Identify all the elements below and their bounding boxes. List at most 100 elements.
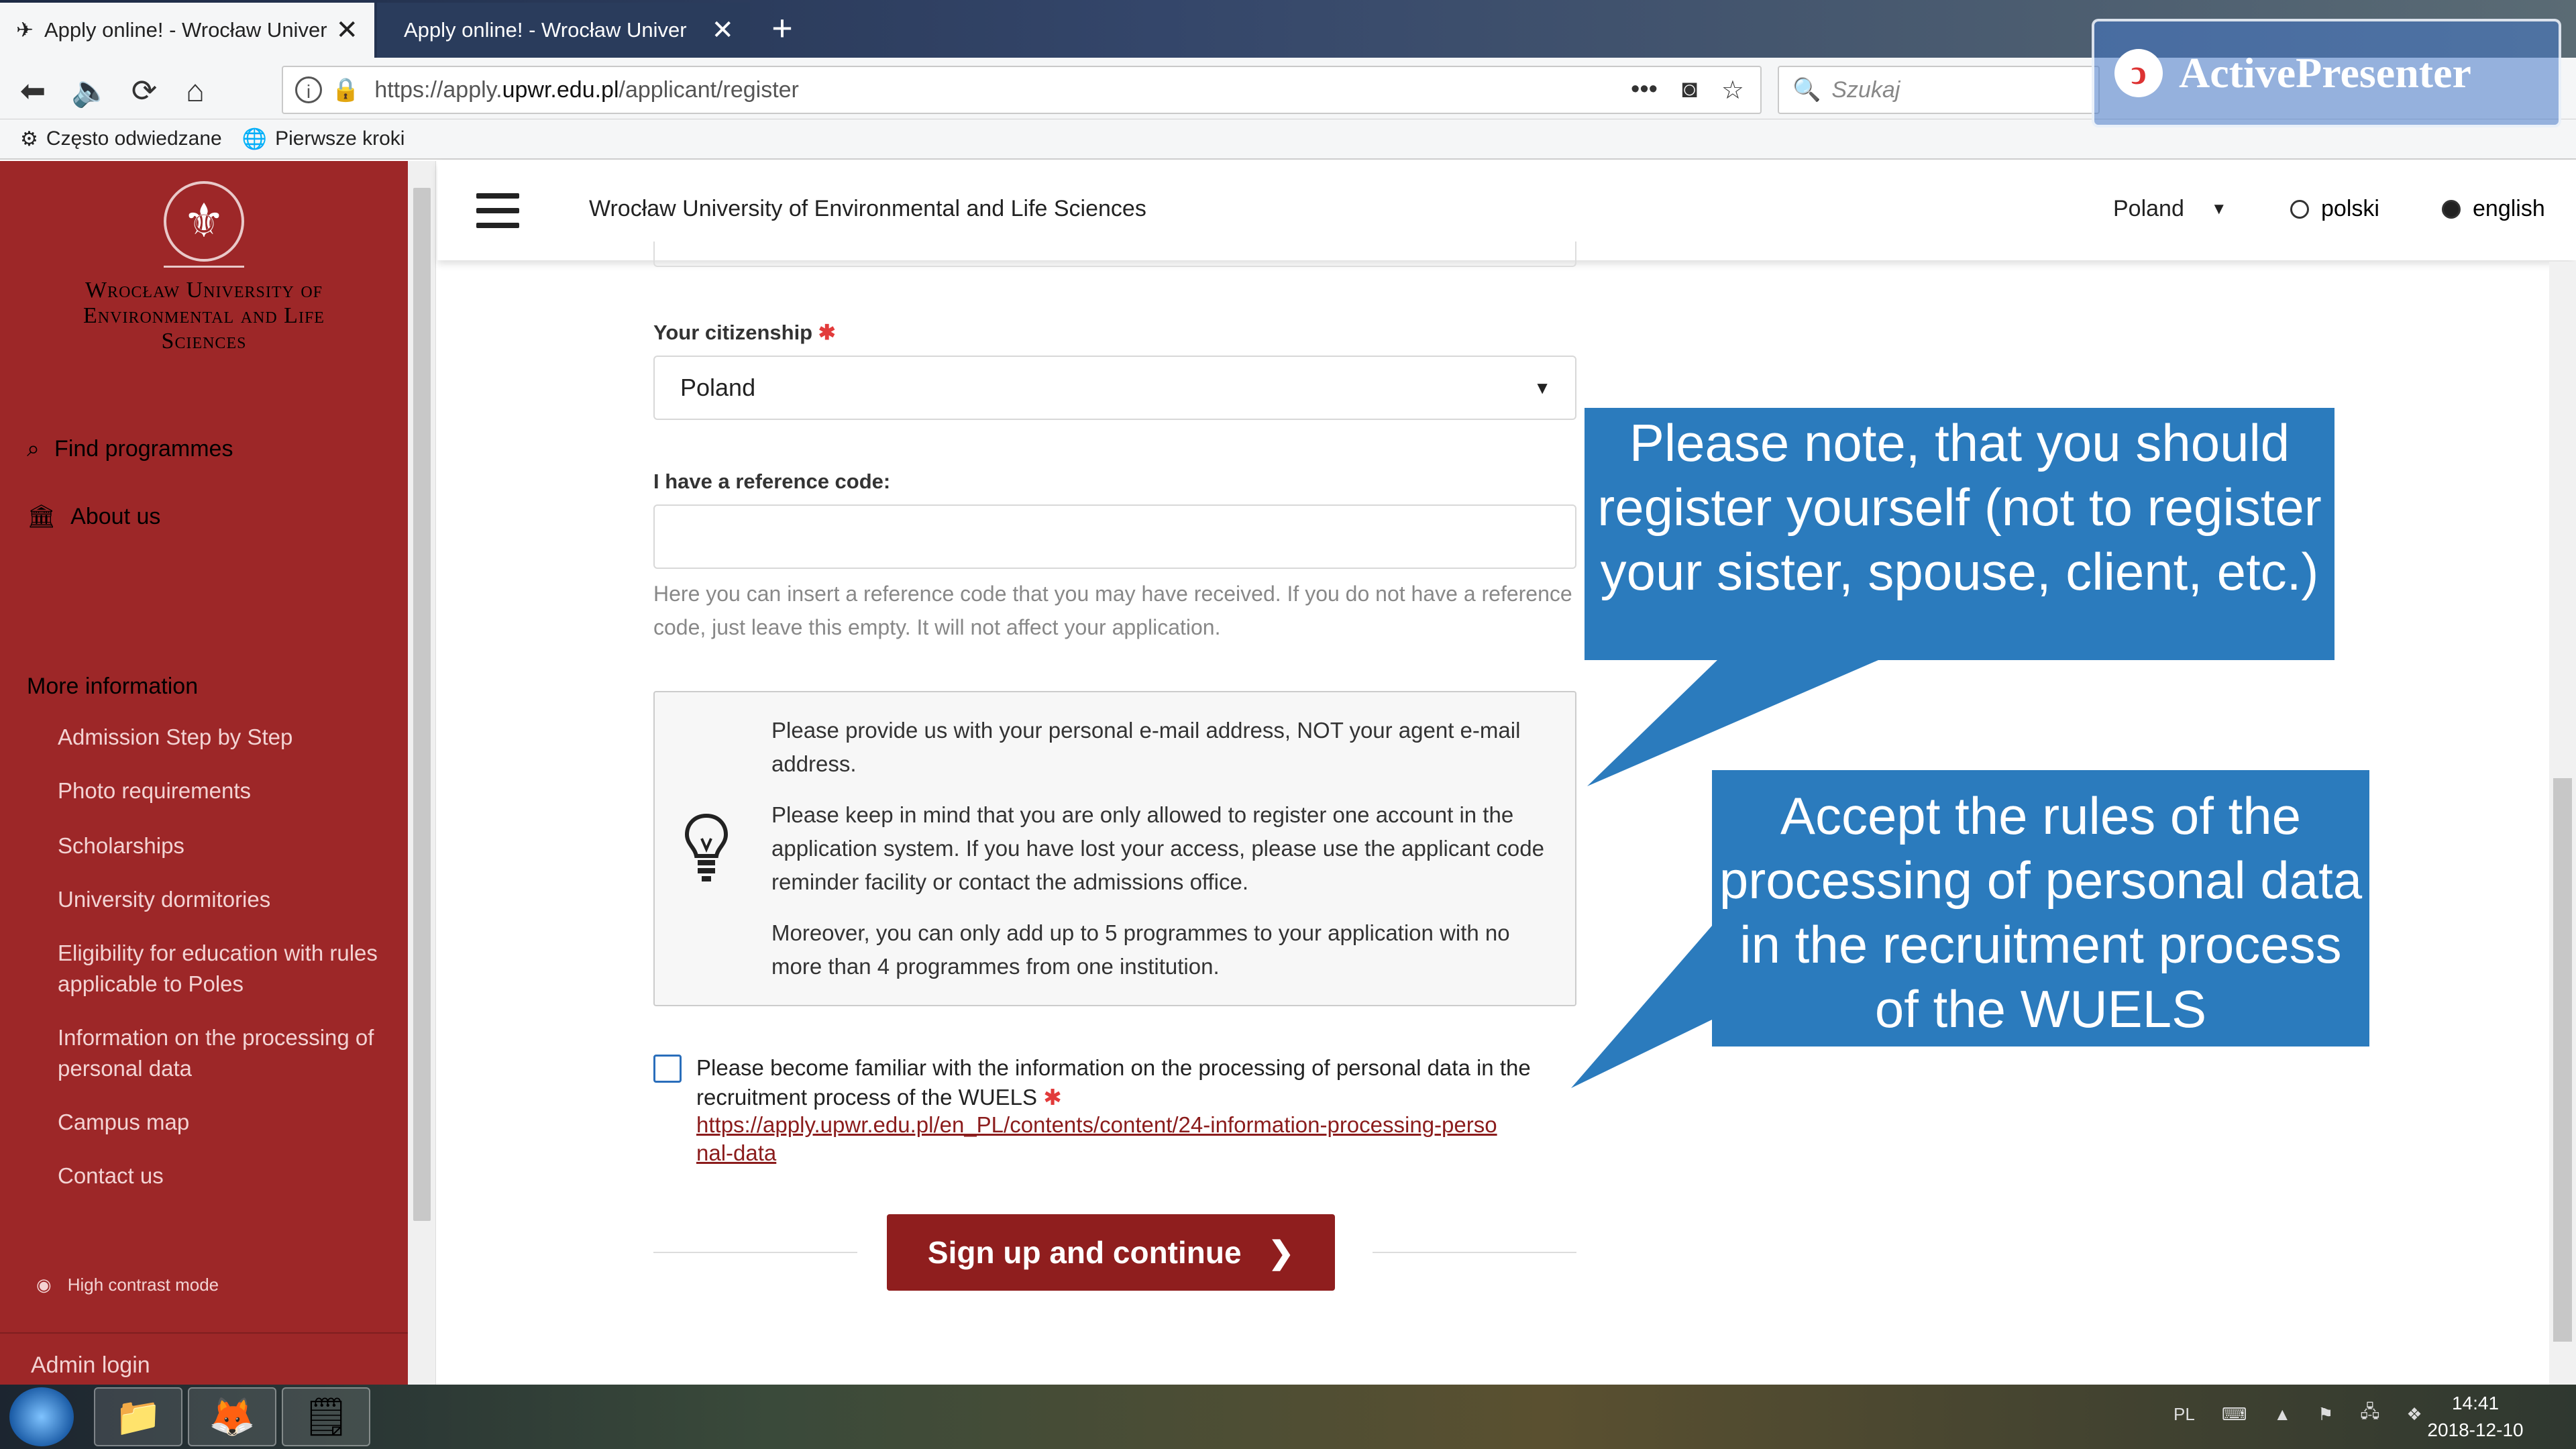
caret-down-icon: ▼ — [2210, 199, 2227, 218]
citizenship-select[interactable]: Poland ▼ — [653, 356, 1576, 420]
activepresenter-logo-icon: ↄ — [2114, 49, 2163, 97]
required-asterisk-icon: ✱ — [1043, 1085, 1062, 1110]
radio-selected[interactable] — [2442, 199, 2461, 219]
lightbulb-icon — [684, 813, 729, 881]
country-select[interactable]: Poland ▼ — [2113, 196, 2227, 222]
firefox-icon[interactable]: 🦊 — [188, 1387, 276, 1446]
required-asterisk-icon: ✱ — [818, 321, 836, 344]
speaker-icon: 🔈 — [71, 73, 110, 108]
browser-tab[interactable]: Apply online! - Wrocław Univer ✕ — [377, 3, 750, 58]
radio-unselected[interactable] — [2290, 199, 2309, 219]
home-button[interactable]: ⌂ — [172, 67, 219, 114]
university-logo-text[interactable]: Wrocław University of Environmental and … — [40, 278, 368, 354]
more-information-heading: More information — [27, 674, 199, 699]
send-icon: ✈ — [16, 18, 34, 42]
clock[interactable]: 14:41 2018-12-10 — [2415, 1390, 2536, 1444]
sidebar-link[interactable]: Eligibility for education with rules app… — [58, 938, 393, 1000]
info-paragraph: Moreover, you can only add up to 5 progr… — [771, 920, 1510, 979]
close-tab-icon[interactable]: ✕ — [335, 15, 358, 46]
reload-button[interactable]: ⟳ — [121, 67, 168, 114]
network-icon[interactable]: 🖧 — [2360, 1399, 2379, 1429]
clock-date: 2018-12-10 — [2427, 1419, 2524, 1440]
high-contrast-label: High contrast mode — [67, 1275, 219, 1295]
gear-icon: ⚙ — [20, 127, 38, 150]
sidebar-link[interactable]: Campus map — [58, 1107, 393, 1138]
info-paragraph: Please keep in mind that you are only al… — [771, 802, 1544, 894]
sidebar-item-label: About us — [70, 503, 161, 529]
file-explorer-icon[interactable]: 📁 — [94, 1387, 182, 1446]
consent-checkbox[interactable] — [653, 1055, 682, 1083]
info-icon[interactable]: i — [295, 76, 322, 103]
url-text: https://apply.upwr.edu.pl/applicant/regi… — [374, 76, 799, 103]
start-button[interactable] — [9, 1387, 74, 1446]
reference-code-input[interactable] — [653, 504, 1576, 569]
page-actions-icon[interactable]: ••• — [1631, 75, 1658, 105]
caret-down-icon: ▼ — [1534, 377, 1551, 398]
university-crest-icon: ⚜ — [164, 181, 244, 262]
sidebar-link[interactable]: Photo requirements — [58, 775, 393, 806]
menu-icon[interactable] — [476, 193, 519, 228]
citizenship-label: Your citizenship ✱ — [653, 321, 836, 344]
globe-icon: 🌐 — [241, 127, 268, 150]
sidebar-divider — [0, 1332, 408, 1334]
sign-up-label: Sign up and continue — [927, 1235, 1242, 1270]
sidebar-item-find-programmes[interactable]: ⌕ Find programmes — [27, 436, 233, 462]
divider-line — [653, 1252, 857, 1253]
activepresenter-watermark: ↄ ActivePresenter — [2092, 19, 2561, 127]
callout-tail — [1587, 660, 1878, 786]
lock-icon: 🔒 — [331, 77, 360, 103]
sidebar-link[interactable]: Contact us — [58, 1161, 393, 1191]
previous-field-edge — [653, 241, 1576, 267]
bookmark-star-icon[interactable]: ☆ — [1721, 75, 1744, 105]
sidebar-link[interactable]: University dormitories — [58, 884, 393, 915]
watermark-text: ActivePresenter — [2179, 49, 2471, 97]
sidebar-link[interactable]: Scholarships — [58, 830, 393, 861]
keyboard-icon[interactable]: ⌨ — [2222, 1404, 2247, 1425]
building-icon: 🏛 — [27, 504, 56, 529]
contrast-icon: ◉ — [36, 1275, 52, 1295]
language-indicator[interactable]: PL — [2174, 1404, 2195, 1425]
sidebar-scrollbar[interactable] — [408, 161, 436, 1385]
reference-code-label: I have a reference code: — [653, 470, 891, 493]
language-option-english[interactable]: english — [2442, 196, 2545, 222]
bookmark-item[interactable]: ⚙ Często odwiedzane — [20, 127, 222, 151]
chevron-right-icon: ❯ — [1268, 1235, 1295, 1270]
divider-line — [1373, 1252, 1576, 1253]
callout-register-yourself: Please note, that you should register yo… — [1585, 408, 2334, 660]
bookmark-label: Pierwsze kroki — [275, 127, 405, 150]
search-icon: ⌕ — [27, 436, 40, 462]
browser-tab-active[interactable]: ✈ Apply online! - Wrocław Univer ✕ — [0, 3, 374, 58]
new-tab-button[interactable]: + — [762, 8, 802, 48]
language-label: polski — [2321, 196, 2379, 221]
consent-text[interactable]: Please become familiar with the informat… — [696, 1053, 1582, 1112]
citizenship-value: Poland — [680, 374, 756, 401]
country-value: Poland — [2113, 196, 2184, 221]
pocket-icon[interactable]: ◙ — [1682, 75, 1697, 105]
callout-tail — [1571, 926, 1712, 1088]
crest-divider — [164, 266, 244, 268]
url-bar[interactable]: i 🔒 https://apply.upwr.edu.pl/applicant/… — [282, 66, 1762, 114]
header-title[interactable]: Wrocław University of Environmental and … — [589, 196, 1146, 222]
search-placeholder: Szukaj — [1831, 76, 1900, 103]
sticky-notes-icon[interactable]: 🗒 — [282, 1387, 370, 1446]
sidebar-link[interactable]: Information on the processing of persona… — [58, 1022, 393, 1084]
consent-link[interactable]: https://apply.upwr.edu.pl/en_PL/contents… — [696, 1111, 1501, 1167]
admin-login-link[interactable]: Admin login — [31, 1352, 150, 1379]
info-paragraph: Please provide us with your personal e-m… — [771, 718, 1521, 776]
sign-up-button[interactable]: Sign up and continue ❯ — [887, 1214, 1335, 1291]
language-option-polski[interactable]: polski — [2290, 196, 2379, 222]
close-tab-icon[interactable]: ✕ — [711, 15, 734, 46]
high-contrast-toggle[interactable]: ◉ High contrast mode — [36, 1275, 219, 1295]
sidebar-item-about-us[interactable]: 🏛 About us — [27, 503, 160, 530]
sidebar-link[interactable]: Admission Step by Step — [58, 722, 393, 753]
flag-icon[interactable]: ⚑ — [2318, 1404, 2333, 1425]
search-input[interactable]: 🔍 Szukaj — [1778, 66, 2100, 114]
bookmark-item[interactable]: 🌐 Pierwsze kroki — [242, 127, 405, 151]
page-scrollbar[interactable] — [2549, 262, 2576, 1385]
ghost-tab-overlay — [805, 9, 1127, 52]
language-label: english — [2473, 196, 2545, 221]
tray-expand-icon[interactable]: ▲ — [2273, 1404, 2291, 1425]
back-button[interactable]: ⬅ — [9, 67, 56, 114]
sidebar-item-label: Find programmes — [54, 436, 233, 462]
reference-code-help: Here you can insert a reference code tha… — [653, 582, 1572, 639]
